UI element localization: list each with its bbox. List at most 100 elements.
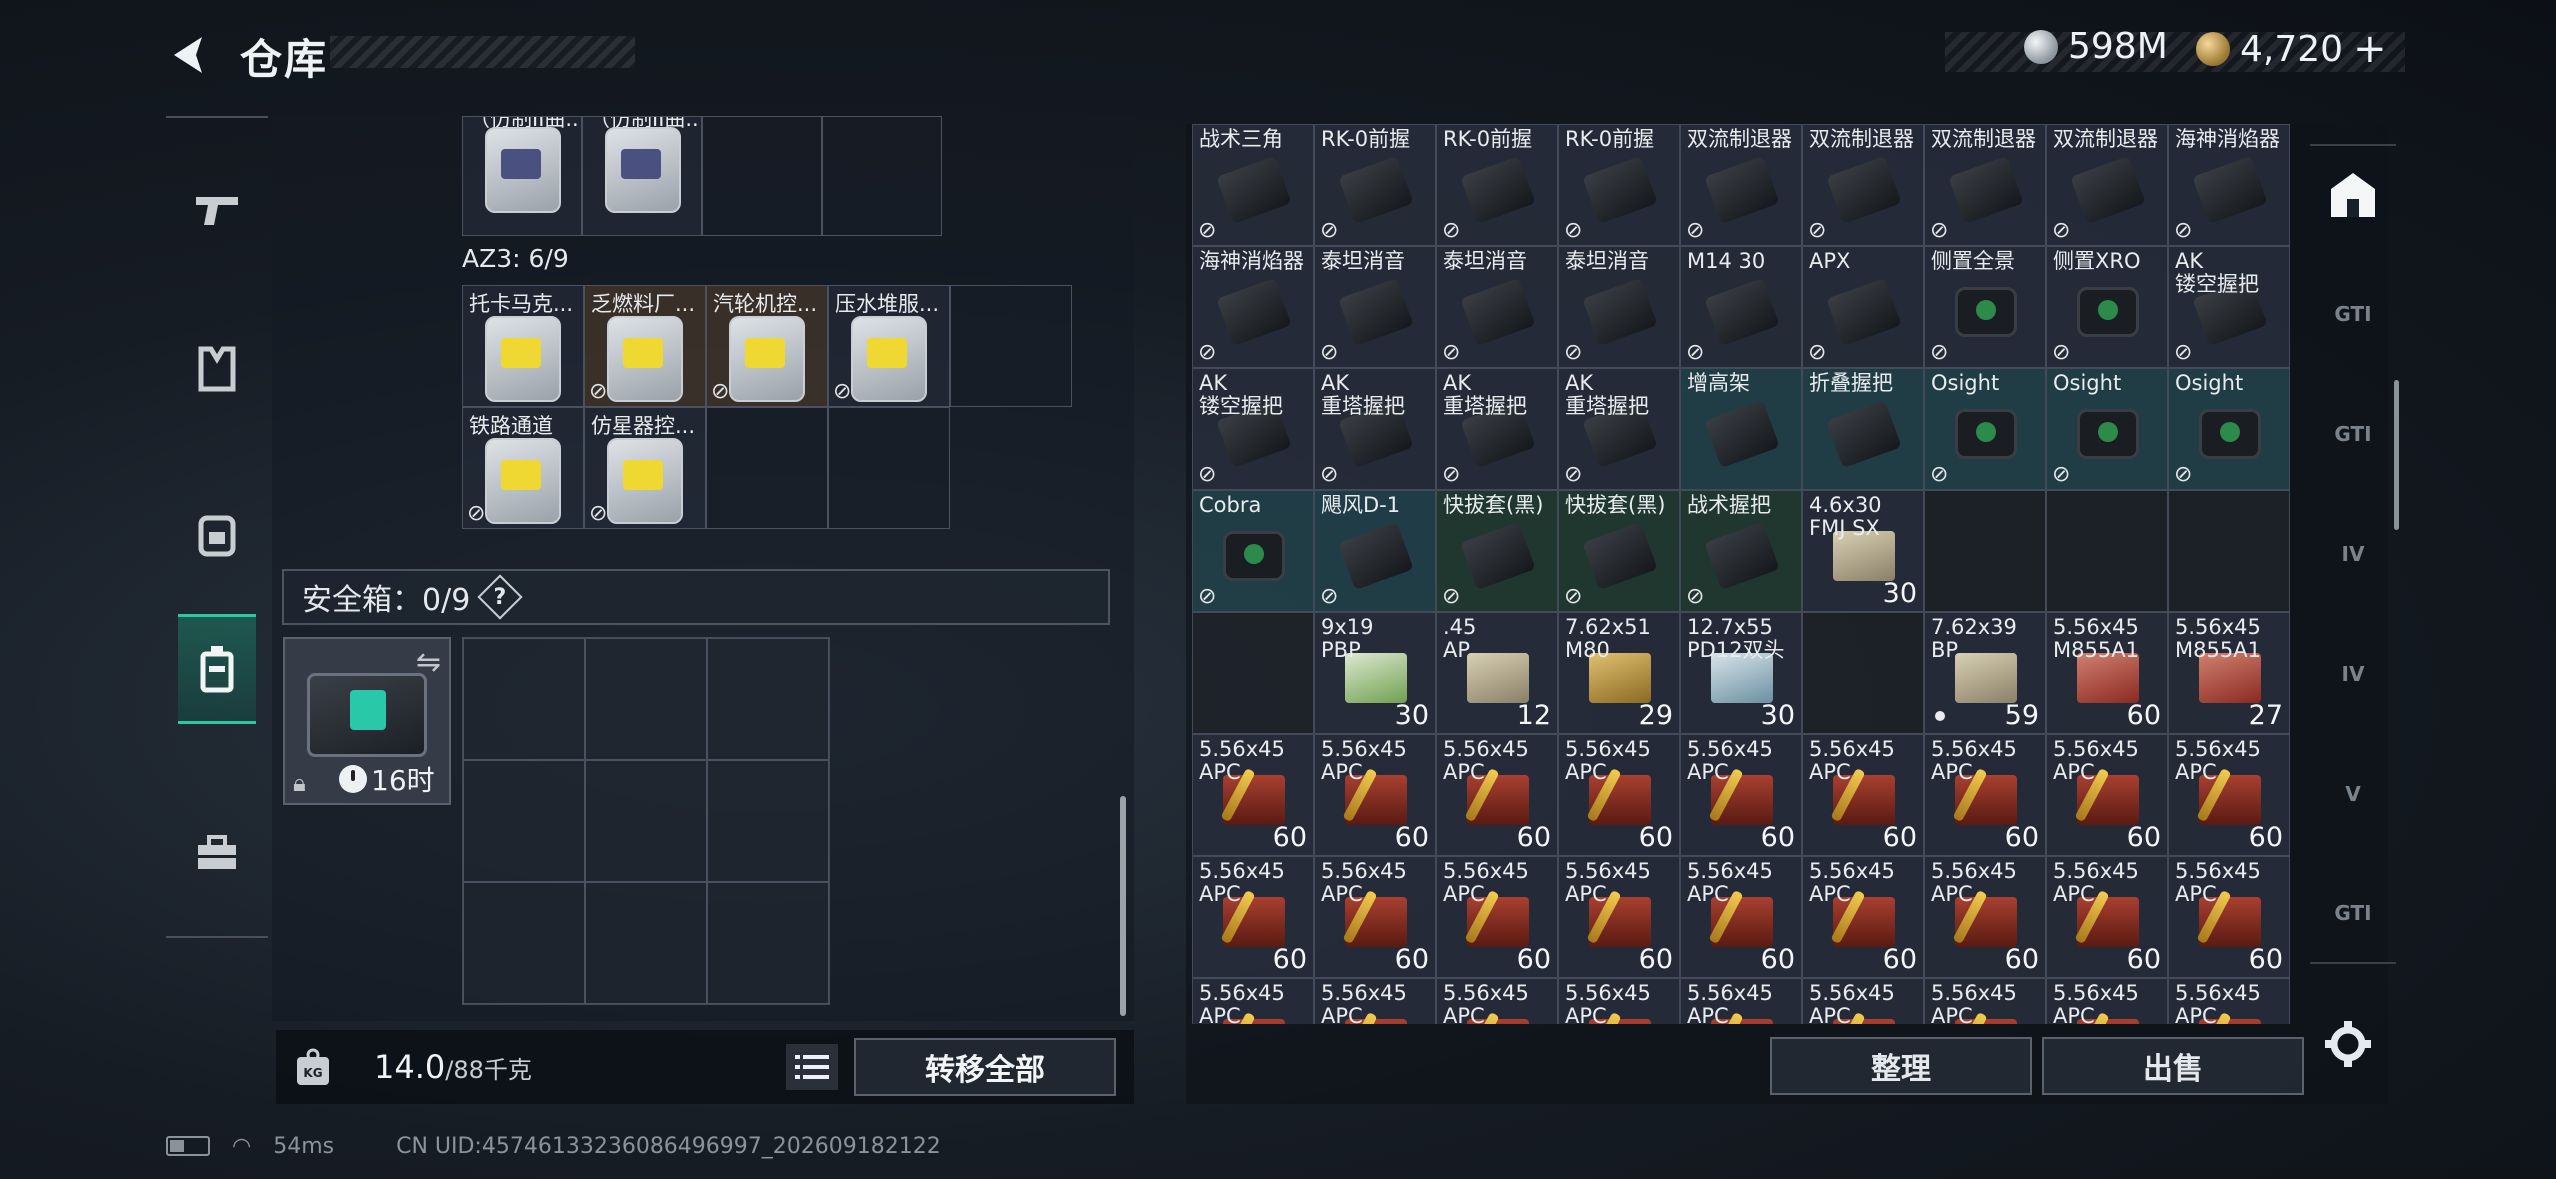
empty-slot[interactable] bbox=[1192, 612, 1314, 734]
inventory-item[interactable]: AK 重塔握把 ⊘ bbox=[1558, 368, 1680, 490]
inventory-item[interactable]: 侧置XRO ⊘ bbox=[2046, 246, 2168, 368]
empty-slot[interactable] bbox=[707, 760, 829, 882]
stash-item[interactable]: 汽轮机控... ⊘ bbox=[706, 285, 828, 407]
stash-item[interactable]: 铁路通道 ⊘ bbox=[462, 407, 584, 529]
inventory-item[interactable]: 5.56x45 APC 60 bbox=[1924, 856, 2046, 978]
empty-slot[interactable] bbox=[828, 407, 950, 529]
inventory-item[interactable]: 5.56x45 APC 60 bbox=[1436, 856, 1558, 978]
transfer-all-button[interactable]: 转移全部 bbox=[854, 1038, 1116, 1096]
inventory-item[interactable]: APX ⊘ bbox=[1802, 246, 1924, 368]
inventory-item[interactable]: 5.56x45 APC 60 bbox=[1680, 856, 1802, 978]
stash-item[interactable]: （仿制II曲... bbox=[462, 116, 582, 236]
stash-item[interactable]: 托卡马克... bbox=[462, 285, 584, 407]
inventory-item[interactable]: Cobra ⊘ bbox=[1192, 490, 1314, 612]
inventory-item[interactable]: 7.62x51 M80 29 bbox=[1558, 612, 1680, 734]
inventory-item[interactable]: 5.56x45 M855A1 60 bbox=[2046, 612, 2168, 734]
safe-case-item[interactable]: ⇋ 🔒︎ 16时 bbox=[283, 637, 451, 805]
inventory-item[interactable]: 侧置全景 ⊘ bbox=[1924, 246, 2046, 368]
inventory-item[interactable]: 泰坦消音 ⊘ bbox=[1558, 246, 1680, 368]
rail-vest[interactable] bbox=[166, 314, 268, 424]
sort-button[interactable]: 整理 bbox=[1770, 1037, 2032, 1095]
inventory-item[interactable]: AK 镂空握把 ⊘ bbox=[2168, 246, 2290, 368]
inventory-item[interactable]: RK-0前握 ⊘ bbox=[1436, 124, 1558, 246]
stash-item[interactable]: （仿制II曲... bbox=[582, 116, 702, 236]
inventory-item[interactable]: 5.56x45 APC bbox=[2046, 978, 2168, 1024]
inventory-item[interactable]: RK-0前握 ⊘ bbox=[1314, 124, 1436, 246]
empty-slot[interactable] bbox=[585, 882, 707, 1004]
add-currency-button[interactable]: + bbox=[2353, 26, 2387, 72]
inventory-item[interactable]: 5.56x45 APC bbox=[1192, 978, 1314, 1024]
back-button[interactable] bbox=[165, 30, 215, 80]
inventory-item[interactable]: 4.6x30 FMJ SX 30 bbox=[1802, 490, 1924, 612]
gold-currency[interactable]: 4,720 + bbox=[2196, 26, 2387, 72]
inventory-item[interactable]: Osight ⊘ bbox=[2046, 368, 2168, 490]
inventory-item[interactable]: 双流制退器 ⊘ bbox=[1924, 124, 2046, 246]
empty-slot[interactable] bbox=[463, 760, 585, 882]
rail-v-tools[interactable]: V bbox=[2310, 744, 2396, 844]
inventory-item[interactable]: 5.56x45 APC 60 bbox=[2168, 856, 2290, 978]
inventory-item[interactable]: 折叠握把 bbox=[1802, 368, 1924, 490]
inventory-item[interactable]: 海神消焰器 ⊘ bbox=[2168, 124, 2290, 246]
rail-backpack[interactable] bbox=[166, 478, 268, 588]
inventory-item[interactable]: AK 镂空握把 ⊘ bbox=[1192, 368, 1314, 490]
inventory-item[interactable]: 5.56x45 APC 60 bbox=[2168, 734, 2290, 856]
stash-item[interactable]: 压水堆服... ⊘ bbox=[828, 285, 950, 407]
empty-slot[interactable] bbox=[463, 882, 585, 1004]
stash-scrollbar[interactable] bbox=[1120, 796, 1126, 1016]
swap-icon[interactable]: ⇋ bbox=[416, 645, 441, 680]
empty-slot[interactable] bbox=[706, 407, 828, 529]
rail-iv-folder[interactable]: IV bbox=[2310, 624, 2396, 724]
inventory-item[interactable]: 双流制退器 ⊘ bbox=[1680, 124, 1802, 246]
inventory-item[interactable]: 12.7x55 PD12双头 30 bbox=[1680, 612, 1802, 734]
rail-gti-case[interactable]: GTI bbox=[2310, 264, 2396, 364]
rail-iv-medkit[interactable]: IV bbox=[2310, 504, 2396, 604]
empty-slot[interactable] bbox=[1802, 612, 1924, 734]
inventory-item[interactable]: 5.56x45 APC bbox=[1436, 978, 1558, 1024]
inventory-item[interactable]: 快拔套(黑) ⊘ bbox=[1558, 490, 1680, 612]
rail-gti-vehicle[interactable]: GTI bbox=[2310, 864, 2396, 964]
rail-safe-case[interactable] bbox=[178, 614, 256, 724]
empty-slot[interactable] bbox=[1924, 490, 2046, 612]
empty-slot[interactable] bbox=[702, 116, 822, 236]
empty-slot[interactable] bbox=[463, 638, 585, 760]
inventory-item[interactable]: 战术握把 ⊘ bbox=[1680, 490, 1802, 612]
inventory-item[interactable]: 泰坦消音 ⊘ bbox=[1314, 246, 1436, 368]
inventory-item[interactable]: 双流制退器 ⊘ bbox=[1802, 124, 1924, 246]
inventory-item[interactable]: Osight ⊘ bbox=[1924, 368, 2046, 490]
inventory-item[interactable]: 泰坦消音 ⊘ bbox=[1436, 246, 1558, 368]
inventory-item[interactable]: 5.56x45 APC 60 bbox=[2046, 734, 2168, 856]
inventory-item[interactable]: 5.56x45 APC bbox=[1680, 978, 1802, 1024]
inventory-item[interactable]: 5.56x45 APC 60 bbox=[1558, 734, 1680, 856]
inventory-item[interactable]: 战术三角 ⊘ bbox=[1192, 124, 1314, 246]
inventory-item[interactable]: 增高架 bbox=[1680, 368, 1802, 490]
empty-slot[interactable] bbox=[585, 638, 707, 760]
inventory-item[interactable]: 5.56x45 APC bbox=[2168, 978, 2290, 1024]
inventory-item[interactable]: 5.56x45 M855A1 27 bbox=[2168, 612, 2290, 734]
inventory-item[interactable]: M14 30 ⊘ bbox=[1680, 246, 1802, 368]
inventory-item[interactable]: 5.56x45 APC 60 bbox=[1558, 856, 1680, 978]
inventory-item[interactable]: 5.56x45 APC 60 bbox=[2046, 856, 2168, 978]
empty-slot[interactable] bbox=[707, 638, 829, 760]
empty-slot[interactable] bbox=[707, 882, 829, 1004]
inventory-item[interactable]: 快拔套(黑) ⊘ bbox=[1436, 490, 1558, 612]
inventory-item[interactable]: 5.56x45 APC 60 bbox=[1802, 734, 1924, 856]
inventory-item[interactable]: 5.56x45 APC 60 bbox=[1924, 734, 2046, 856]
inventory-item[interactable]: 5.56x45 APC 60 bbox=[1192, 734, 1314, 856]
empty-slot[interactable] bbox=[2168, 490, 2290, 612]
sell-button[interactable]: 出售 bbox=[2042, 1037, 2304, 1095]
help-button[interactable]: ? bbox=[477, 574, 523, 620]
inventory-item[interactable]: 5.56x45 APC 60 bbox=[1192, 856, 1314, 978]
inventory-item[interactable]: 5.56x45 APC bbox=[1802, 978, 1924, 1024]
inventory-item[interactable]: 5.56x45 APC 60 bbox=[1314, 734, 1436, 856]
empty-slot[interactable] bbox=[822, 116, 942, 236]
inventory-item[interactable]: 5.56x45 APC bbox=[1314, 978, 1436, 1024]
stash-item[interactable]: 乏燃料厂... ⊘ bbox=[584, 285, 706, 407]
inventory-item[interactable]: 海神消焰器 ⊘ bbox=[1192, 246, 1314, 368]
inventory-item[interactable]: 双流制退器 ⊘ bbox=[2046, 124, 2168, 246]
empty-slot[interactable] bbox=[585, 760, 707, 882]
inventory-item[interactable]: 5.56x45 APC bbox=[1924, 978, 2046, 1024]
empty-slot[interactable] bbox=[950, 285, 1072, 407]
inventory-item[interactable]: Osight ⊘ bbox=[2168, 368, 2290, 490]
inventory-item[interactable]: AK 重塔握把 ⊘ bbox=[1436, 368, 1558, 490]
inventory-item[interactable]: 飓风D-1 ⊘ bbox=[1314, 490, 1436, 612]
